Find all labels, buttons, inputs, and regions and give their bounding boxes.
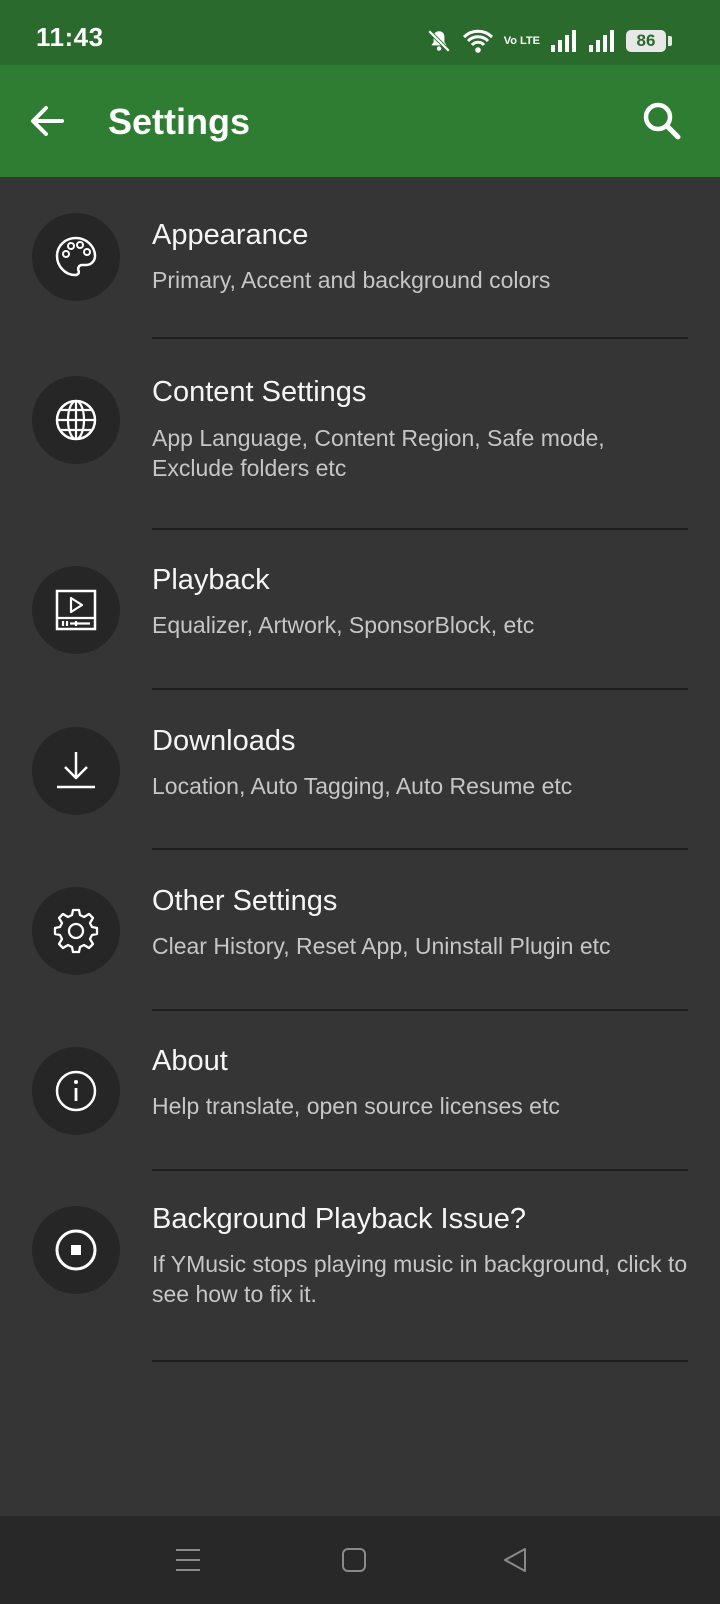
status-icons: Vo LTE 86 [416, 21, 672, 61]
playback-icon [55, 589, 97, 631]
item-title: Playback [152, 564, 270, 596]
item-subtitle: Location, Auto Tagging, Auto Resume etc [152, 773, 573, 799]
search-icon [643, 102, 681, 140]
icon-circle [32, 376, 120, 464]
volte-icon: Vo LTE [503, 34, 540, 47]
item-title: Appearance [152, 219, 309, 251]
status-bar: 11:43 Vo LTE 86 [0, 0, 720, 65]
signal-icon [589, 30, 614, 52]
recents-button[interactable] [166, 1538, 210, 1582]
menu-icon [176, 1549, 200, 1571]
nav-back-button[interactable] [494, 1538, 538, 1582]
search-button[interactable] [638, 97, 686, 145]
page-title: Settings [108, 101, 251, 142]
settings-item-playback[interactable]: Playback Equalizer, Artwork, SponsorBloc… [0, 530, 720, 690]
stop-circle-icon [55, 1229, 97, 1271]
item-subtitle: App Language, Content Region, Safe mode,… [152, 425, 605, 481]
battery-level: 86 [626, 30, 666, 52]
icon-circle [32, 887, 120, 975]
divider [152, 1360, 688, 1362]
item-title: About [152, 1045, 228, 1077]
item-subtitle: Help translate, open source licenses etc [152, 1093, 560, 1119]
back-button[interactable] [24, 97, 72, 145]
icon-circle [32, 213, 120, 301]
home-icon [342, 1548, 366, 1572]
settings-item-appearance[interactable]: Appearance Primary, Accent and backgroun… [0, 177, 720, 339]
icon-circle [32, 1206, 120, 1294]
battery-icon: 86 [626, 30, 672, 52]
globe-icon [55, 399, 97, 441]
palette-icon [55, 236, 97, 277]
icon-circle [32, 566, 120, 654]
signal-icon [551, 30, 576, 52]
settings-list: Appearance Primary, Accent and backgroun… [0, 177, 720, 1362]
settings-item-downloads[interactable]: Downloads Location, Auto Tagging, Auto R… [0, 690, 720, 850]
system-nav-bar [0, 1516, 720, 1604]
gear-icon [53, 908, 99, 954]
home-button[interactable] [332, 1538, 376, 1582]
back-icon [504, 1548, 526, 1572]
item-subtitle: Clear History, Reset App, Uninstall Plug… [152, 933, 611, 959]
settings-item-content-settings[interactable]: Content Settings App Language, Content R… [0, 339, 720, 530]
item-title: Other Settings [152, 885, 338, 917]
icon-circle [32, 727, 120, 815]
item-subtitle: If YMusic stops playing music in backgro… [152, 1251, 688, 1307]
item-subtitle: Equalizer, Artwork, SponsorBlock, etc [152, 612, 535, 638]
settings-item-about[interactable]: About Help translate, open source licens… [0, 1011, 720, 1171]
item-title: Downloads [152, 725, 296, 757]
status-time: 11:43 [36, 22, 104, 52]
icon-circle [32, 1047, 120, 1135]
settings-item-other-settings[interactable]: Other Settings Clear History, Reset App,… [0, 850, 720, 1011]
item-title: Background Playback Issue? [152, 1203, 526, 1235]
settings-item-background-playback[interactable]: Background Playback Issue? If YMusic sto… [0, 1171, 720, 1362]
info-icon [55, 1070, 97, 1112]
item-title: Content Settings [152, 376, 367, 408]
item-subtitle: Primary, Accent and background colors [152, 267, 551, 293]
app-bar: Settings [0, 65, 720, 177]
arrow-back-icon [31, 106, 64, 136]
download-icon [57, 752, 95, 789]
wifi-icon [462, 29, 493, 53]
bell-muted-icon [427, 29, 450, 53]
